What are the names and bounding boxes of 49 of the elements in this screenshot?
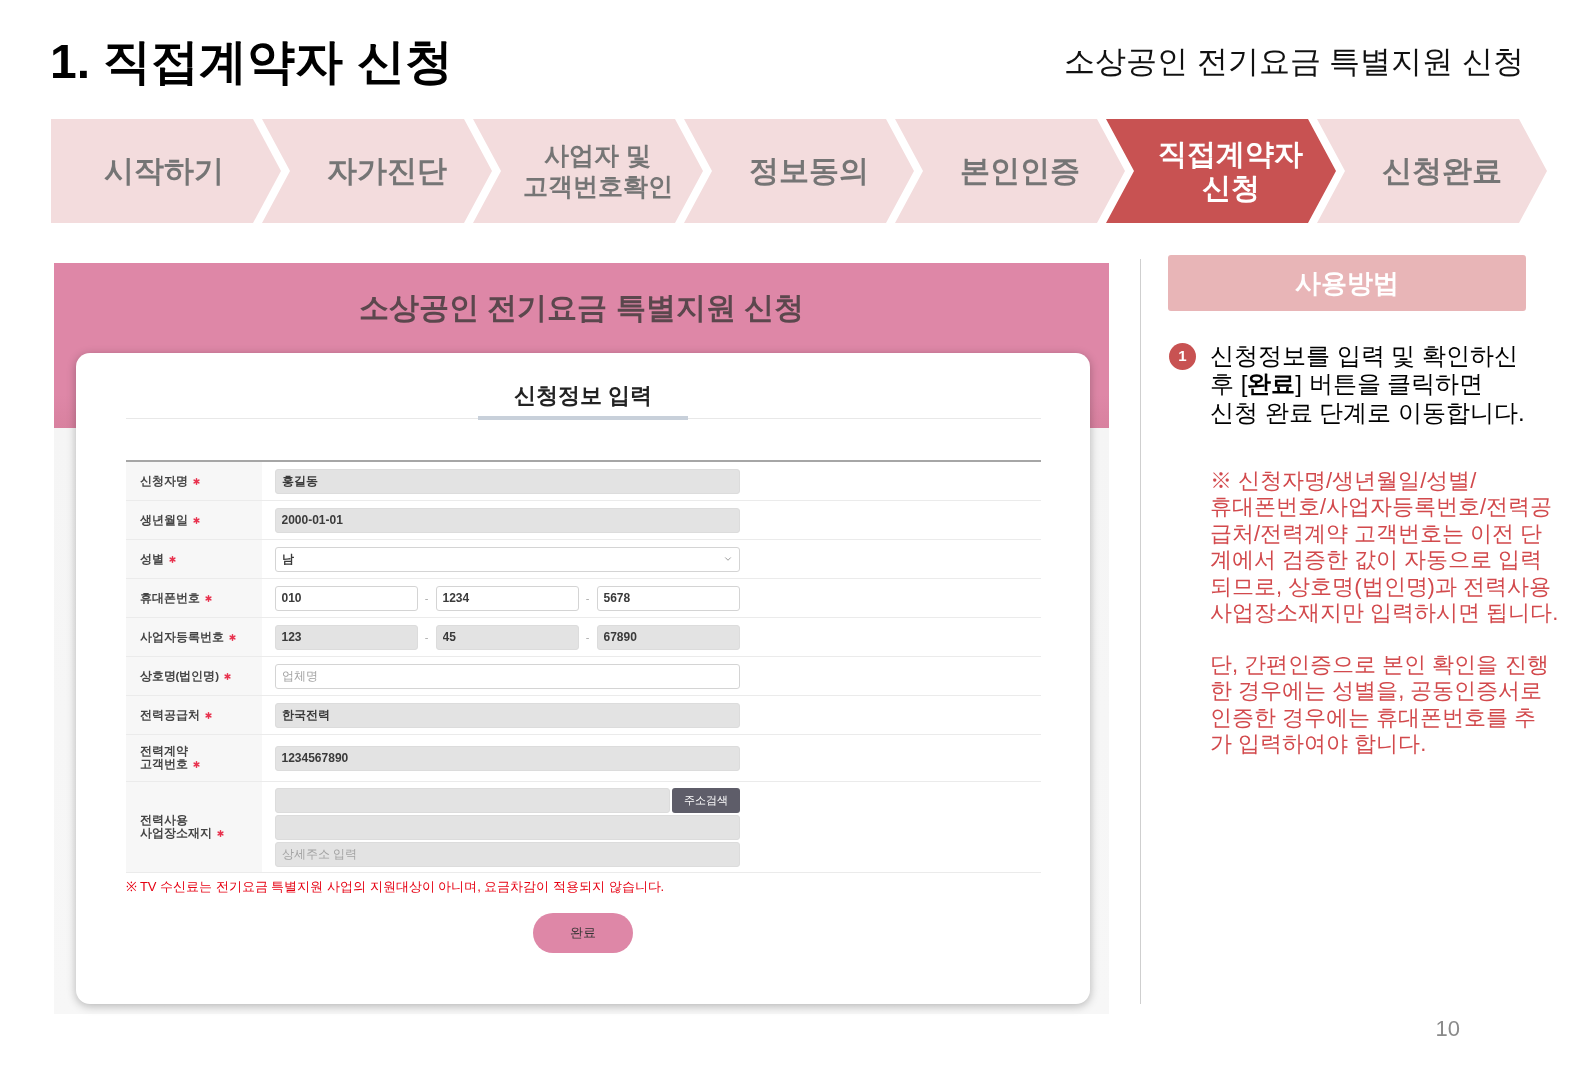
text-input[interactable]: 5678: [596, 585, 740, 611]
field-label: 전력사용 사업장소재지: [139, 814, 212, 839]
step-number: 1: [1169, 343, 1196, 370]
field-label: 전력공급처: [139, 708, 200, 721]
field-label: 상호명(법인명): [139, 669, 220, 682]
text-input[interactable]: 67890: [596, 624, 740, 650]
text-input[interactable]: 업체명: [274, 663, 740, 689]
select-field[interactable]: 남: [274, 546, 740, 572]
page-subtitle: 소상공인 전기요금 특별지원 신청: [1064, 43, 1524, 81]
text-input[interactable]: 1234: [435, 585, 579, 611]
instruction-text: 신청정보를 입력 및 확인하신 후 [완료] 버튼을 클릭하면 신청 완료 단계로 이동합니다.: [1210, 342, 1525, 427]
separator-text: -: [423, 590, 430, 606]
text-input[interactable]: [274, 814, 740, 840]
text-input[interactable]: 123: [274, 624, 418, 650]
section-heading: 신청정보 입력: [478, 382, 688, 420]
progress-step: 직접계약자 신청: [1106, 119, 1336, 223]
separator-text: -: [584, 629, 591, 645]
field-label: 사업자등록번호: [139, 630, 224, 643]
note-text: 단, 간편인증으로 본인 확인을 진행 한 경우에는 성별을, 공동인증서로 인증한 경우에는 휴대폰번호를 추 가 입력하여야 합니다.: [1210, 651, 1550, 758]
submit-button[interactable]: 완료: [533, 913, 633, 953]
field-label: 신청자명: [139, 474, 188, 487]
progress-step: 사업자 및 고객번호확인: [473, 119, 703, 223]
text-input[interactable]: 상세주소 입력: [274, 841, 740, 867]
page-number: 10: [1435, 1016, 1460, 1042]
text-input[interactable]: 한국전력: [274, 702, 740, 728]
chevron-down-icon: [722, 554, 733, 564]
text-input[interactable]: 홍길동: [274, 468, 740, 494]
field-label: 휴대폰번호: [139, 591, 200, 604]
note-text: ※ 신청자명/생년월일/성별/ 휴대폰번호/사업자등록번호/전력공 급처/전력계약 고객번호는 이전 단 계에서 검증한 값이 자동으로 입력 되므로, 상호명(법인명)과 전력사용 사업장소재지만 입력하시면 됩니다.: [1210, 467, 1560, 627]
page-title: 1. 직접계약자 신청: [50, 34, 453, 90]
separator-text: -: [423, 629, 430, 645]
address-search-button[interactable]: 주소검색: [671, 787, 740, 813]
text-input[interactable]: 45: [435, 624, 579, 650]
text-input[interactable]: [274, 787, 670, 813]
text-input[interactable]: 010: [274, 585, 418, 611]
panel-title: 소상공인 전기요금 특별지원 신청: [359, 290, 804, 326]
text-input[interactable]: 1234567890: [274, 745, 740, 771]
progress-step: 본인인증: [895, 119, 1125, 223]
field-label: 전력계약 고객번호: [139, 745, 188, 770]
progress-step: 자가진단: [262, 119, 492, 223]
progress-step: 정보동의: [684, 119, 914, 223]
help-header: 사용방법: [1168, 255, 1526, 311]
progress-step: 시작하기: [51, 119, 281, 223]
text-input[interactable]: 2000-01-01: [274, 507, 740, 533]
separator-text: -: [584, 590, 591, 606]
progress-step: 신청완료: [1317, 119, 1547, 223]
notice-text: ※ TV 수신료는 전기요금 특별지원 사업의 지원대상이 아니며, 요금차감이 적용되지 않습니다.: [125, 879, 666, 895]
field-label: 생년월일: [139, 513, 188, 526]
field-label: 성별: [139, 552, 164, 565]
